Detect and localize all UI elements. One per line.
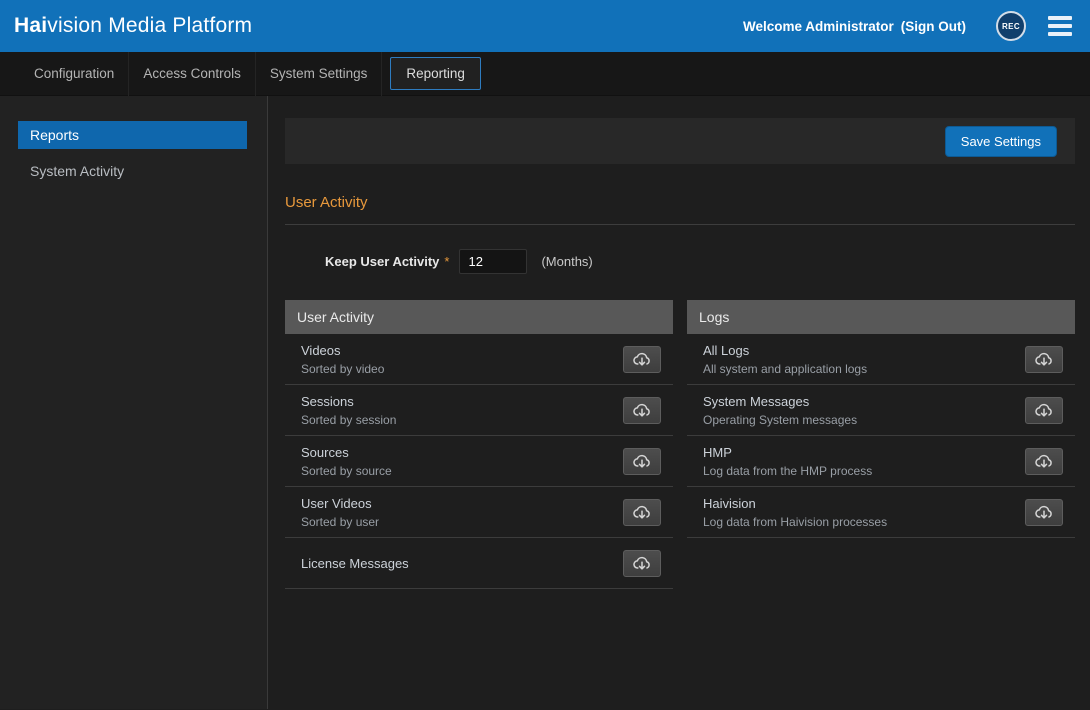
report-row-all-logs: All Logs All system and application logs: [687, 334, 1075, 385]
save-settings-button[interactable]: Save Settings: [945, 126, 1057, 157]
tab-configuration[interactable]: Configuration: [20, 52, 128, 96]
download-button-haivision[interactable]: [1025, 499, 1063, 526]
panel-logs-header: Logs: [687, 300, 1075, 334]
report-row-user-videos: User Videos Sorted by user: [285, 487, 673, 538]
report-row-text: Videos Sorted by video: [301, 343, 623, 376]
main-nav: Configuration Access Controls System Set…: [0, 52, 1090, 96]
sidebar-item-system-activity[interactable]: System Activity: [18, 157, 247, 185]
section-divider: [285, 224, 1075, 225]
action-toolbar: Save Settings: [285, 118, 1075, 164]
download-button-all-logs[interactable]: [1025, 346, 1063, 373]
download-button-sessions[interactable]: [623, 397, 661, 424]
cloud-download-icon: [632, 351, 652, 367]
report-title: All Logs: [703, 343, 1025, 358]
sidebar: Reports System Activity: [0, 96, 268, 709]
panel-logs: Logs All Logs All system and application…: [687, 300, 1075, 538]
download-button-user-videos[interactable]: [623, 499, 661, 526]
cloud-download-icon: [1034, 351, 1054, 367]
months-suffix-label: (Months): [541, 254, 592, 269]
keep-user-activity-row: Keep User Activity * (Months): [285, 249, 1075, 274]
keep-user-activity-input[interactable]: [459, 249, 527, 274]
report-row-system-messages: System Messages Operating System message…: [687, 385, 1075, 436]
report-row-sessions: Sessions Sorted by session: [285, 385, 673, 436]
report-subtitle: All system and application logs: [703, 362, 1025, 376]
cloud-download-icon: [632, 402, 652, 418]
hamburger-menu-icon[interactable]: [1046, 9, 1074, 43]
report-row-haivision: Haivision Log data from Haivision proces…: [687, 487, 1075, 538]
logo-text-rest: vision Media Platform: [47, 14, 252, 37]
report-row-text: Haivision Log data from Haivision proces…: [703, 496, 1025, 529]
keep-user-activity-label: Keep User Activity: [325, 254, 439, 269]
welcome-text: Welcome Administrator: [743, 19, 894, 34]
report-subtitle: Sorted by session: [301, 413, 623, 427]
report-title: License Messages: [301, 556, 623, 571]
panel-user-activity: User Activity Videos Sorted by video Ses…: [285, 300, 673, 589]
report-row-hmp: HMP Log data from the HMP process: [687, 436, 1075, 487]
tab-system-settings[interactable]: System Settings: [256, 52, 382, 96]
report-title: Videos: [301, 343, 623, 358]
tab-reporting[interactable]: Reporting: [390, 57, 481, 90]
sign-out-link[interactable]: (Sign Out): [901, 19, 966, 34]
report-panels: User Activity Videos Sorted by video Ses…: [285, 300, 1075, 589]
download-button-system-messages[interactable]: [1025, 397, 1063, 424]
report-title: Sessions: [301, 394, 623, 409]
app-logo: Haivision Media Platform: [14, 14, 252, 38]
cloud-download-icon: [1034, 504, 1054, 520]
cloud-download-icon: [1034, 402, 1054, 418]
required-asterisk: *: [444, 254, 449, 269]
top-right-cluster: Welcome Administrator (Sign Out) REC: [743, 9, 1074, 43]
report-subtitle: Sorted by video: [301, 362, 623, 376]
report-title: Sources: [301, 445, 623, 460]
report-row-videos: Videos Sorted by video: [285, 334, 673, 385]
download-button-sources[interactable]: [623, 448, 661, 475]
section-title: User Activity: [285, 194, 1075, 211]
sidebar-item-reports[interactable]: Reports: [18, 121, 247, 149]
report-subtitle: Log data from Haivision processes: [703, 515, 1025, 529]
main-panel: Save Settings User Activity Keep User Ac…: [268, 96, 1090, 709]
report-row-license-messages: License Messages: [285, 538, 673, 589]
report-row-text: Sessions Sorted by session: [301, 394, 623, 427]
report-subtitle: Sorted by user: [301, 515, 623, 529]
cloud-download-icon: [632, 504, 652, 520]
report-subtitle: Operating System messages: [703, 413, 1025, 427]
report-row-text: All Logs All system and application logs: [703, 343, 1025, 376]
cloud-download-icon: [632, 555, 652, 571]
rec-badge-label: REC: [1002, 22, 1020, 31]
logo-text-bold: Hai: [14, 14, 47, 37]
report-title: HMP: [703, 445, 1025, 460]
download-button-license-messages[interactable]: [623, 550, 661, 577]
report-row-text: User Videos Sorted by user: [301, 496, 623, 529]
download-button-videos[interactable]: [623, 346, 661, 373]
report-row-sources: Sources Sorted by source: [285, 436, 673, 487]
report-row-text: Sources Sorted by source: [301, 445, 623, 478]
top-bar: Haivision Media Platform Welcome Adminis…: [0, 0, 1090, 52]
download-button-hmp[interactable]: [1025, 448, 1063, 475]
report-title: System Messages: [703, 394, 1025, 409]
report-subtitle: Log data from the HMP process: [703, 464, 1025, 478]
panel-user-activity-header: User Activity: [285, 300, 673, 334]
content-wrapper: Reports System Activity Save Settings Us…: [0, 96, 1090, 709]
report-row-text: HMP Log data from the HMP process: [703, 445, 1025, 478]
report-row-text: System Messages Operating System message…: [703, 394, 1025, 427]
report-title: User Videos: [301, 496, 623, 511]
report-row-text: License Messages: [301, 556, 623, 571]
tab-access-controls[interactable]: Access Controls: [129, 52, 255, 96]
report-subtitle: Sorted by source: [301, 464, 623, 478]
cloud-download-icon: [1034, 453, 1054, 469]
rec-badge[interactable]: REC: [996, 11, 1026, 41]
cloud-download-icon: [632, 453, 652, 469]
nav-separator: [381, 52, 382, 96]
report-title: Haivision: [703, 496, 1025, 511]
